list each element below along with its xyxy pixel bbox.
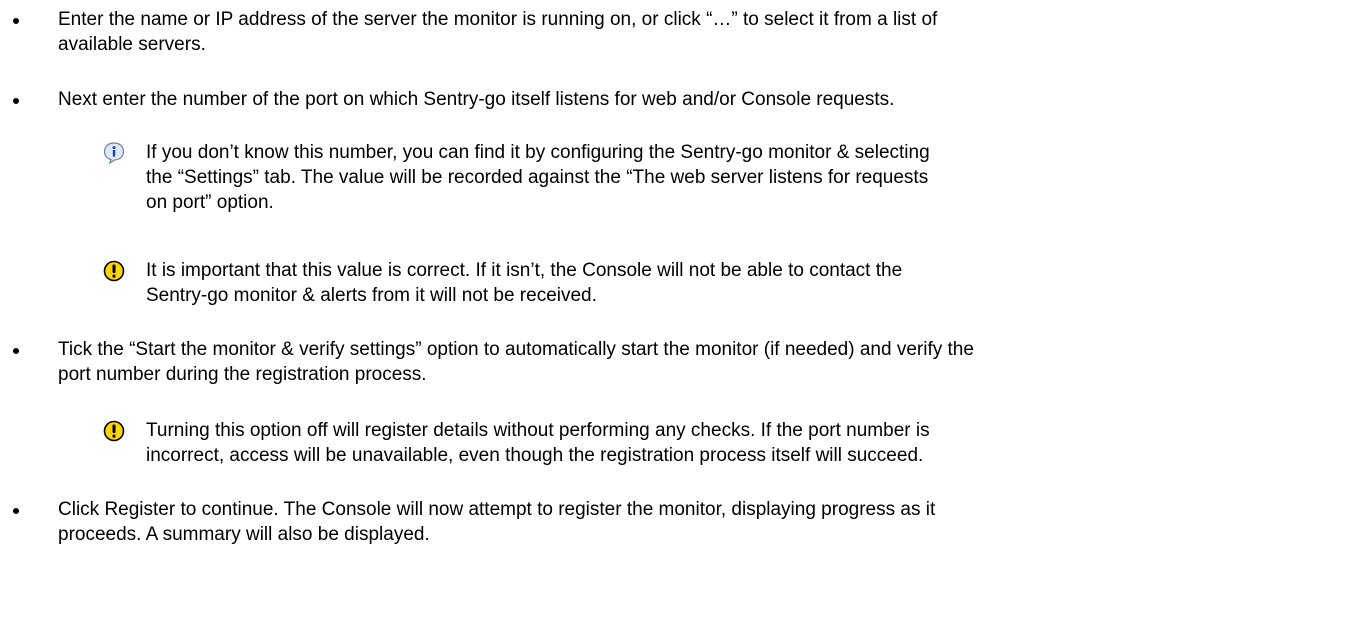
bullet-text: Enter the name or IP address of the serv… <box>58 9 938 55</box>
bullet-marker <box>13 98 19 104</box>
note-text: It is important that this value is corre… <box>146 260 903 306</box>
bullet-marker <box>13 18 19 24</box>
bullet-text: Tick the “Start the monitor & verify set… <box>58 339 974 385</box>
bullet-marker <box>13 348 19 354</box>
info-icon <box>103 142 125 165</box>
document-page: Enter the name or IP address of the serv… <box>0 0 1360 623</box>
warning-icon <box>103 420 125 442</box>
bullet-text: Next enter the number of the port on whi… <box>58 89 895 110</box>
note-text: Turning this option off will register de… <box>146 420 930 466</box>
bullet-marker <box>13 508 19 514</box>
warning-icon <box>103 260 125 282</box>
bullet-text: Click Register to continue. The Console … <box>58 499 936 545</box>
note-text: If you don’t know this number, you can f… <box>146 142 930 213</box>
